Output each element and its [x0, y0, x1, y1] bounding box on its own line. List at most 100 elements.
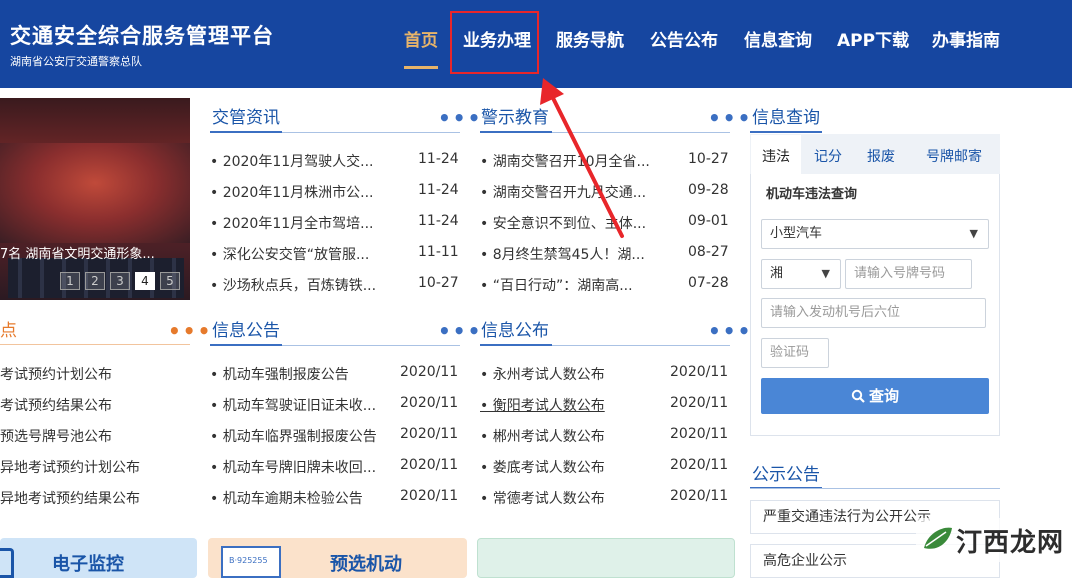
news-item[interactable]: • 2020年11月全市驾培... [210, 213, 374, 233]
warning-date: 07-28 [688, 275, 729, 291]
publish-item[interactable]: • 常德考试人数公布 [480, 488, 605, 508]
nav-announcements[interactable]: 公告公布 [650, 26, 718, 51]
plate-number-input[interactable]: 请输入号牌号码 [845, 259, 972, 289]
publish-date: 2020/11 [670, 364, 729, 380]
publish-item[interactable]: • 郴州考试人数公布 [480, 426, 605, 446]
tile-monitor-label: 电子监控 [52, 554, 124, 575]
province-select[interactable]: 湘 ▼ [761, 259, 841, 289]
news-date: 10-27 [418, 275, 459, 291]
warning-title[interactable]: 警示教育 [481, 103, 549, 128]
tab-scrap[interactable]: 报废 [867, 146, 895, 166]
caret-down-icon: ▼ [821, 267, 830, 280]
carousel-page-4[interactable]: 4 [135, 272, 155, 290]
divider-accent [750, 131, 822, 133]
publish-item[interactable]: • 衡阳考试人数公布 [480, 395, 605, 415]
captcha-input[interactable]: 验证码 [761, 338, 829, 368]
site-subtitle: 湖南省公安厅交通警察总队 [10, 55, 142, 68]
publish-date: 2020/11 [670, 426, 729, 442]
carousel-image [0, 143, 190, 243]
nav-app-download[interactable]: APP下载 [837, 26, 909, 51]
engine-number-input[interactable]: 请输入发动机号后六位 [761, 298, 986, 328]
warning-item[interactable]: • 湖南交警召开九月交通... [480, 182, 646, 202]
news-item[interactable]: • 沙场秋点兵，百炼铸铁... [210, 275, 376, 295]
news-item[interactable]: • 2020年11月驾驶人交... [210, 151, 374, 171]
notices-title: 公示公告 [752, 465, 820, 485]
notice-date: 2020/11 [400, 457, 459, 473]
notice-item[interactable]: • 机动车逾期未检验公告 [210, 488, 363, 508]
carousel-page-2[interactable]: 2 [85, 272, 105, 290]
caret-down-icon: ▼ [969, 227, 978, 240]
news-carousel[interactable] [0, 98, 190, 300]
news-item[interactable]: • 2020年11月株洲市公... [210, 182, 374, 202]
query-title: 信息查询 [752, 108, 820, 128]
divider-accent [210, 344, 282, 346]
plate-text: B·925255 [229, 556, 268, 565]
nav-service-guide[interactable]: 服务导航 [556, 26, 624, 51]
list-item[interactable]: 考试预约结果公布 [0, 395, 112, 415]
site-title: 交通安全综合服务管理平台 [10, 24, 274, 48]
tab-points[interactable]: 记分 [814, 146, 842, 166]
divider [750, 488, 1000, 489]
monitor-icon [0, 548, 14, 578]
warning-item[interactable]: • 安全意识不到位、主体... [480, 213, 646, 233]
list-item[interactable]: 考试预约计划公布 [0, 364, 112, 384]
divider-accent [480, 344, 552, 346]
notice-item[interactable]: • 机动车号牌旧牌未收回... [210, 457, 376, 477]
query-button-label: 查询 [868, 387, 899, 405]
publish-item[interactable]: • 永州考试人数公布 [480, 364, 605, 384]
list-item[interactable]: 异地考试预约计划公布 [0, 457, 140, 477]
tile-preselect-label: 预选机动 [330, 554, 402, 575]
notice-date: 2020/11 [400, 488, 459, 504]
carousel-page-5[interactable]: 5 [160, 272, 180, 290]
publish-item[interactable]: • 娄底考试人数公布 [480, 457, 605, 477]
news-title[interactable]: 交管资讯 [212, 103, 280, 128]
warning-item[interactable]: • 湖南交警召开10月全省... [480, 151, 650, 171]
news-item[interactable]: • 深化公安交管“放管服... [210, 244, 369, 264]
more-icon[interactable]: ••• [708, 108, 752, 128]
carousel-caption[interactable]: 7名 湖南省文明交通形象... [0, 243, 190, 262]
news-date: 11-24 [418, 182, 459, 198]
license-plate-icon: B·925255 [221, 546, 281, 578]
divider-accent [480, 131, 552, 133]
divider [0, 344, 190, 345]
warning-item[interactable]: • “百日行动”：湖南高... [480, 275, 633, 295]
warning-item[interactable]: • 8月终生禁驾45人！湖... [480, 244, 645, 264]
more-icon[interactable]: ••• [708, 321, 752, 341]
watermark-logo: 汀西龙网 [916, 518, 1066, 562]
search-icon [851, 389, 865, 403]
list-item[interactable]: 预选号牌号池公布 [0, 426, 112, 446]
tile-monitor[interactable]: 电子监控 [0, 538, 197, 578]
top-header: 交通安全综合服务管理平台 湖南省公安厅交通警察总队 首页 业务办理 服务导航 公… [0, 0, 1072, 88]
notice-date: 2020/11 [400, 364, 459, 380]
tab-plate-mail[interactable]: 号牌邮寄 [926, 146, 982, 166]
vehicle-type-select[interactable]: 小型汽车 ▼ [761, 219, 989, 249]
info-publish-title[interactable]: 信息公布 [481, 316, 549, 341]
info-notice-title[interactable]: 信息公告 [212, 316, 280, 341]
tile-third[interactable] [477, 538, 735, 578]
news-date: 11-11 [418, 244, 459, 260]
watermark-text: 汀西龙网 [956, 528, 1065, 558]
carousel-page-3[interactable]: 3 [110, 272, 130, 290]
notice-item[interactable]: • 机动车驾驶证旧证未收... [210, 395, 376, 415]
more-icon[interactable]: ••• [438, 108, 482, 128]
tab-violation[interactable]: 违法 [762, 146, 790, 166]
notice-item[interactable]: • 机动车临界强制报废公告 [210, 426, 377, 446]
publish-date: 2020/11 [670, 457, 729, 473]
more-icon[interactable]: ••• [438, 321, 482, 341]
query-button[interactable]: 查询 [761, 378, 989, 414]
tile-preselect[interactable]: B·925255 预选机动 [208, 538, 467, 578]
nav-guide[interactable]: 办事指南 [932, 26, 1000, 51]
left-section-title: 点 [0, 321, 17, 341]
notice-date: 2020/11 [400, 395, 459, 411]
more-icon[interactable]: ••• [168, 321, 212, 341]
carousel-page-1[interactable]: 1 [60, 272, 80, 290]
province-value: 湘 [770, 266, 784, 281]
nav-home[interactable]: 首页 [404, 26, 438, 51]
highlight-box [450, 11, 539, 74]
nav-info-query[interactable]: 信息查询 [744, 26, 812, 51]
nav-active-indicator [404, 66, 438, 69]
notice-item[interactable]: • 机动车强制报废公告 [210, 364, 349, 384]
warning-date: 09-28 [688, 182, 729, 198]
warning-date: 08-27 [688, 244, 729, 260]
list-item[interactable]: 异地考试预约结果公布 [0, 488, 140, 508]
